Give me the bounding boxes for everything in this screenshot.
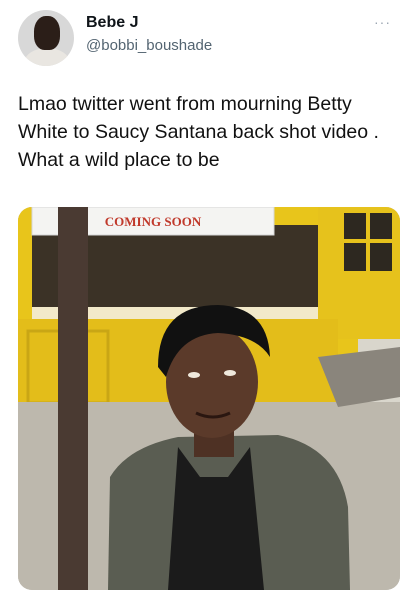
video-frame-illustration: COMING SOON [18,207,400,590]
tweet-card: Bebe J @bobbi_boushade ··· Lmao twitter … [0,0,417,600]
more-options-icon[interactable]: ··· [374,14,391,30]
avatar-body-shape [24,48,70,66]
display-name[interactable]: Bebe J [86,14,138,32]
tweet-text: Lmao twitter went from mourning Betty Wh… [18,93,379,171]
user-handle[interactable]: @bobbi_boushade [86,37,212,54]
coming-soon-sign: COMING SOON [105,214,202,229]
pole [58,207,88,590]
avatar[interactable] [18,10,74,66]
tweet-media-image[interactable]: COMING SOON [18,207,400,590]
avatar-head-shape [34,16,60,50]
